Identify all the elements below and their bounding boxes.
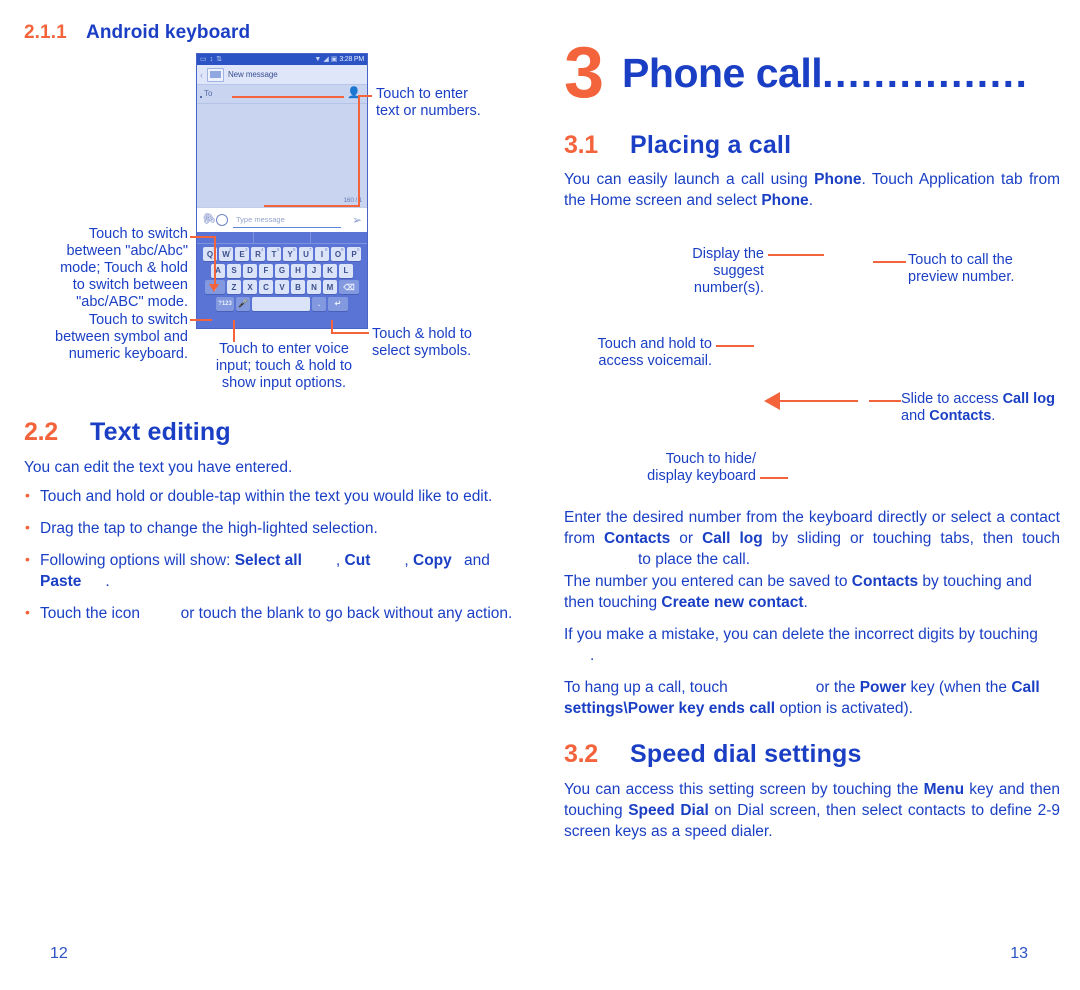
chapter-title-text: Phone call <box>622 49 823 96</box>
heading-2-2-number: 2.2 <box>24 418 58 446</box>
bullet-4-suffix: or touch the blank to go back without an… <box>176 604 513 622</box>
heading-2-2: 2.2 Text editing <box>24 418 231 447</box>
callout-display-suggest: Display the suggest number(s). <box>692 246 764 297</box>
intro-phone-2: Phone <box>761 191 809 209</box>
right-page-column: 3 Phone call................ 3.1 Placing… <box>556 0 1060 990</box>
left-column-lower: 2.2 Text editing You can edit the text y… <box>24 0 524 990</box>
document-page: 2.1.1 Android keyboard ▭ ↕ ⇅ ▼ ◢ ▣ 3:28 … <box>0 0 1080 990</box>
list-item: Following options will show: Select all,… <box>24 550 516 593</box>
paragraph-save-contact: The number you entered can be saved to C… <box>564 572 1060 614</box>
leader-line-slide-dash <box>869 400 901 402</box>
p2-create-new-contact: Create new contact <box>661 593 804 611</box>
bullet-2-text: Drag the tap to change the high-lighted … <box>40 519 378 537</box>
heading-3-2: 3.2 Speed dial settings <box>564 740 862 769</box>
intro-d: . <box>808 191 813 209</box>
p4-c: key (when the <box>906 679 1012 696</box>
heading-3-1-number: 3.1 <box>564 131 598 159</box>
chapter-number: 3 <box>564 33 604 113</box>
placing-call-intro: You can easily launch a call using Phone… <box>564 170 1060 212</box>
p1-e: to place the call. <box>638 550 751 568</box>
paragraph-enter-number: Enter the desired number from the keyboa… <box>564 508 1060 571</box>
callout-slide-access: Slide to access Call log and Contacts. <box>901 391 1061 425</box>
bullet-4-prefix: Touch the icon <box>40 604 145 622</box>
p4-b: or the <box>815 679 860 696</box>
leader-line-call-preview <box>873 261 906 263</box>
slide-call-log: Call log <box>1002 391 1055 407</box>
bullet-3-suffix: . <box>105 572 110 590</box>
list-item: Touch the icon or touch the blank to go … <box>24 603 516 625</box>
sd-menu: Menu <box>923 781 965 798</box>
paragraph-hang-up: To hang up a call, touch or the Power key… <box>564 678 1060 720</box>
heading-3-1: 3.1 Placing a call <box>564 131 791 160</box>
p4-d: option is activated). <box>775 699 913 717</box>
callout-voicemail: Touch and hold to access voicemail. <box>597 336 712 370</box>
bullet-3-prefix: Following options will show: <box>40 551 235 569</box>
heading-3-1-title: Placing a call <box>630 131 792 159</box>
heading-3-2-title: Speed dial settings <box>630 740 862 768</box>
heading-3-2-number: 3.2 <box>564 740 598 768</box>
bullet-3-paste: Paste <box>40 572 82 590</box>
chapter-title: Phone call................ <box>622 50 1028 97</box>
p1-c: or <box>670 529 703 547</box>
bullet-3-sep3: and <box>459 551 490 569</box>
intro-a: You can easily launch a call using <box>564 171 815 188</box>
leader-line-hide-keyboard <box>760 477 788 479</box>
chapter-heading: 3 Phone call................ <box>564 33 1028 113</box>
bullet-3-copy: Copy <box>413 551 452 569</box>
page-number-right: 13 <box>1010 945 1028 962</box>
paragraph-speed-dial: You can access this setting screen by to… <box>564 780 1060 843</box>
sd-speed-dial: Speed Dial <box>628 801 709 819</box>
p1-contacts: Contacts <box>603 529 671 547</box>
slide-d: . <box>991 408 996 425</box>
leader-line-voicemail <box>716 345 754 347</box>
leader-arrow-slide <box>764 392 780 410</box>
callout-hide-keyboard: Touch to hide/display keyboard <box>647 451 756 485</box>
slide-a: Slide to access <box>901 391 1003 407</box>
leader-line-display-suggest <box>768 254 824 256</box>
text-editing-intro: You can edit the text you have entered. <box>24 459 293 476</box>
page-number-left: 12 <box>50 945 68 962</box>
list-item: Touch and hold or double-tap within the … <box>24 486 516 508</box>
p2-contacts: Contacts <box>851 573 919 590</box>
bullet-3-cut: Cut <box>344 551 371 569</box>
p2-a: The number you entered can be saved to <box>564 573 852 590</box>
paragraph-delete-digits: If you make a mistake, you can delete th… <box>564 625 1060 667</box>
list-item: Drag the tap to change the high-lighted … <box>24 518 516 540</box>
slide-contacts: Contacts <box>929 408 992 425</box>
slide-c: and <box>901 408 930 425</box>
p4-power: Power <box>859 679 907 696</box>
callout-call-preview: Touch to call the preview number. <box>908 252 1015 286</box>
p1-call-log: Call log <box>702 529 763 547</box>
text-editing-bullet-list: Touch and hold or double-tap within the … <box>24 486 516 636</box>
bullet-3-sep1: , <box>335 551 345 569</box>
bullet-1-text: Touch and hold or double-tap within the … <box>40 488 493 505</box>
p1-d: by sliding or touching tabs, then touch <box>762 529 1060 547</box>
p2-d: . <box>803 593 808 611</box>
p3-b: . <box>590 646 595 664</box>
p4-a: To hang up a call, touch <box>564 679 728 696</box>
chapter-title-dots: ................ <box>822 49 1029 96</box>
bullet-3-select-all: Select all <box>234 551 302 569</box>
bullet-3-sep2: , <box>404 551 413 569</box>
p3-a: If you make a mistake, you can delete th… <box>564 626 1038 643</box>
leader-line-slide-arrow <box>780 400 858 402</box>
intro-phone-1: Phone <box>814 171 862 188</box>
heading-2-2-title: Text editing <box>90 418 231 446</box>
sd-a: You can access this setting screen by to… <box>564 781 924 798</box>
